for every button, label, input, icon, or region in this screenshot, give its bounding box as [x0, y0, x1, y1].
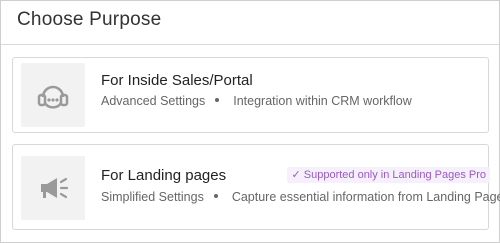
header-divider: [1, 44, 499, 45]
card-title: For Landing pages: [101, 167, 227, 184]
panel-header: Choose Purpose: [1, 1, 499, 37]
card-description: Integration within CRM workflow: [233, 94, 412, 108]
card-description: Capture essential information from Landi…: [231, 190, 500, 204]
purpose-card-inside-sales[interactable]: For Inside Sales/Portal Advanced Setting…: [12, 57, 489, 133]
choose-purpose-panel: Choose Purpose For Inside Sales/Portal A…: [0, 0, 500, 243]
card-title: For Inside Sales/Portal: [101, 72, 253, 89]
pro-only-badge: ✓ Supported only in Landing Pages Pro: [287, 167, 490, 183]
bullet-separator: [213, 193, 218, 198]
card-meta: Advanced Settings Integration within CRM …: [101, 94, 412, 108]
purpose-card-landing-pages[interactable]: For Landing pages ✓ Supported only in La…: [12, 144, 500, 230]
settings-type-label: Simplified Settings: [101, 190, 204, 204]
megaphone-icon: [21, 156, 85, 220]
card-meta: Simplified Settings Capture essential inf…: [101, 190, 500, 204]
settings-type-label: Advanced Settings: [101, 94, 206, 108]
headset-icon: [21, 63, 85, 127]
page-title: Choose Purpose: [17, 9, 162, 30]
bullet-separator: [215, 97, 220, 102]
